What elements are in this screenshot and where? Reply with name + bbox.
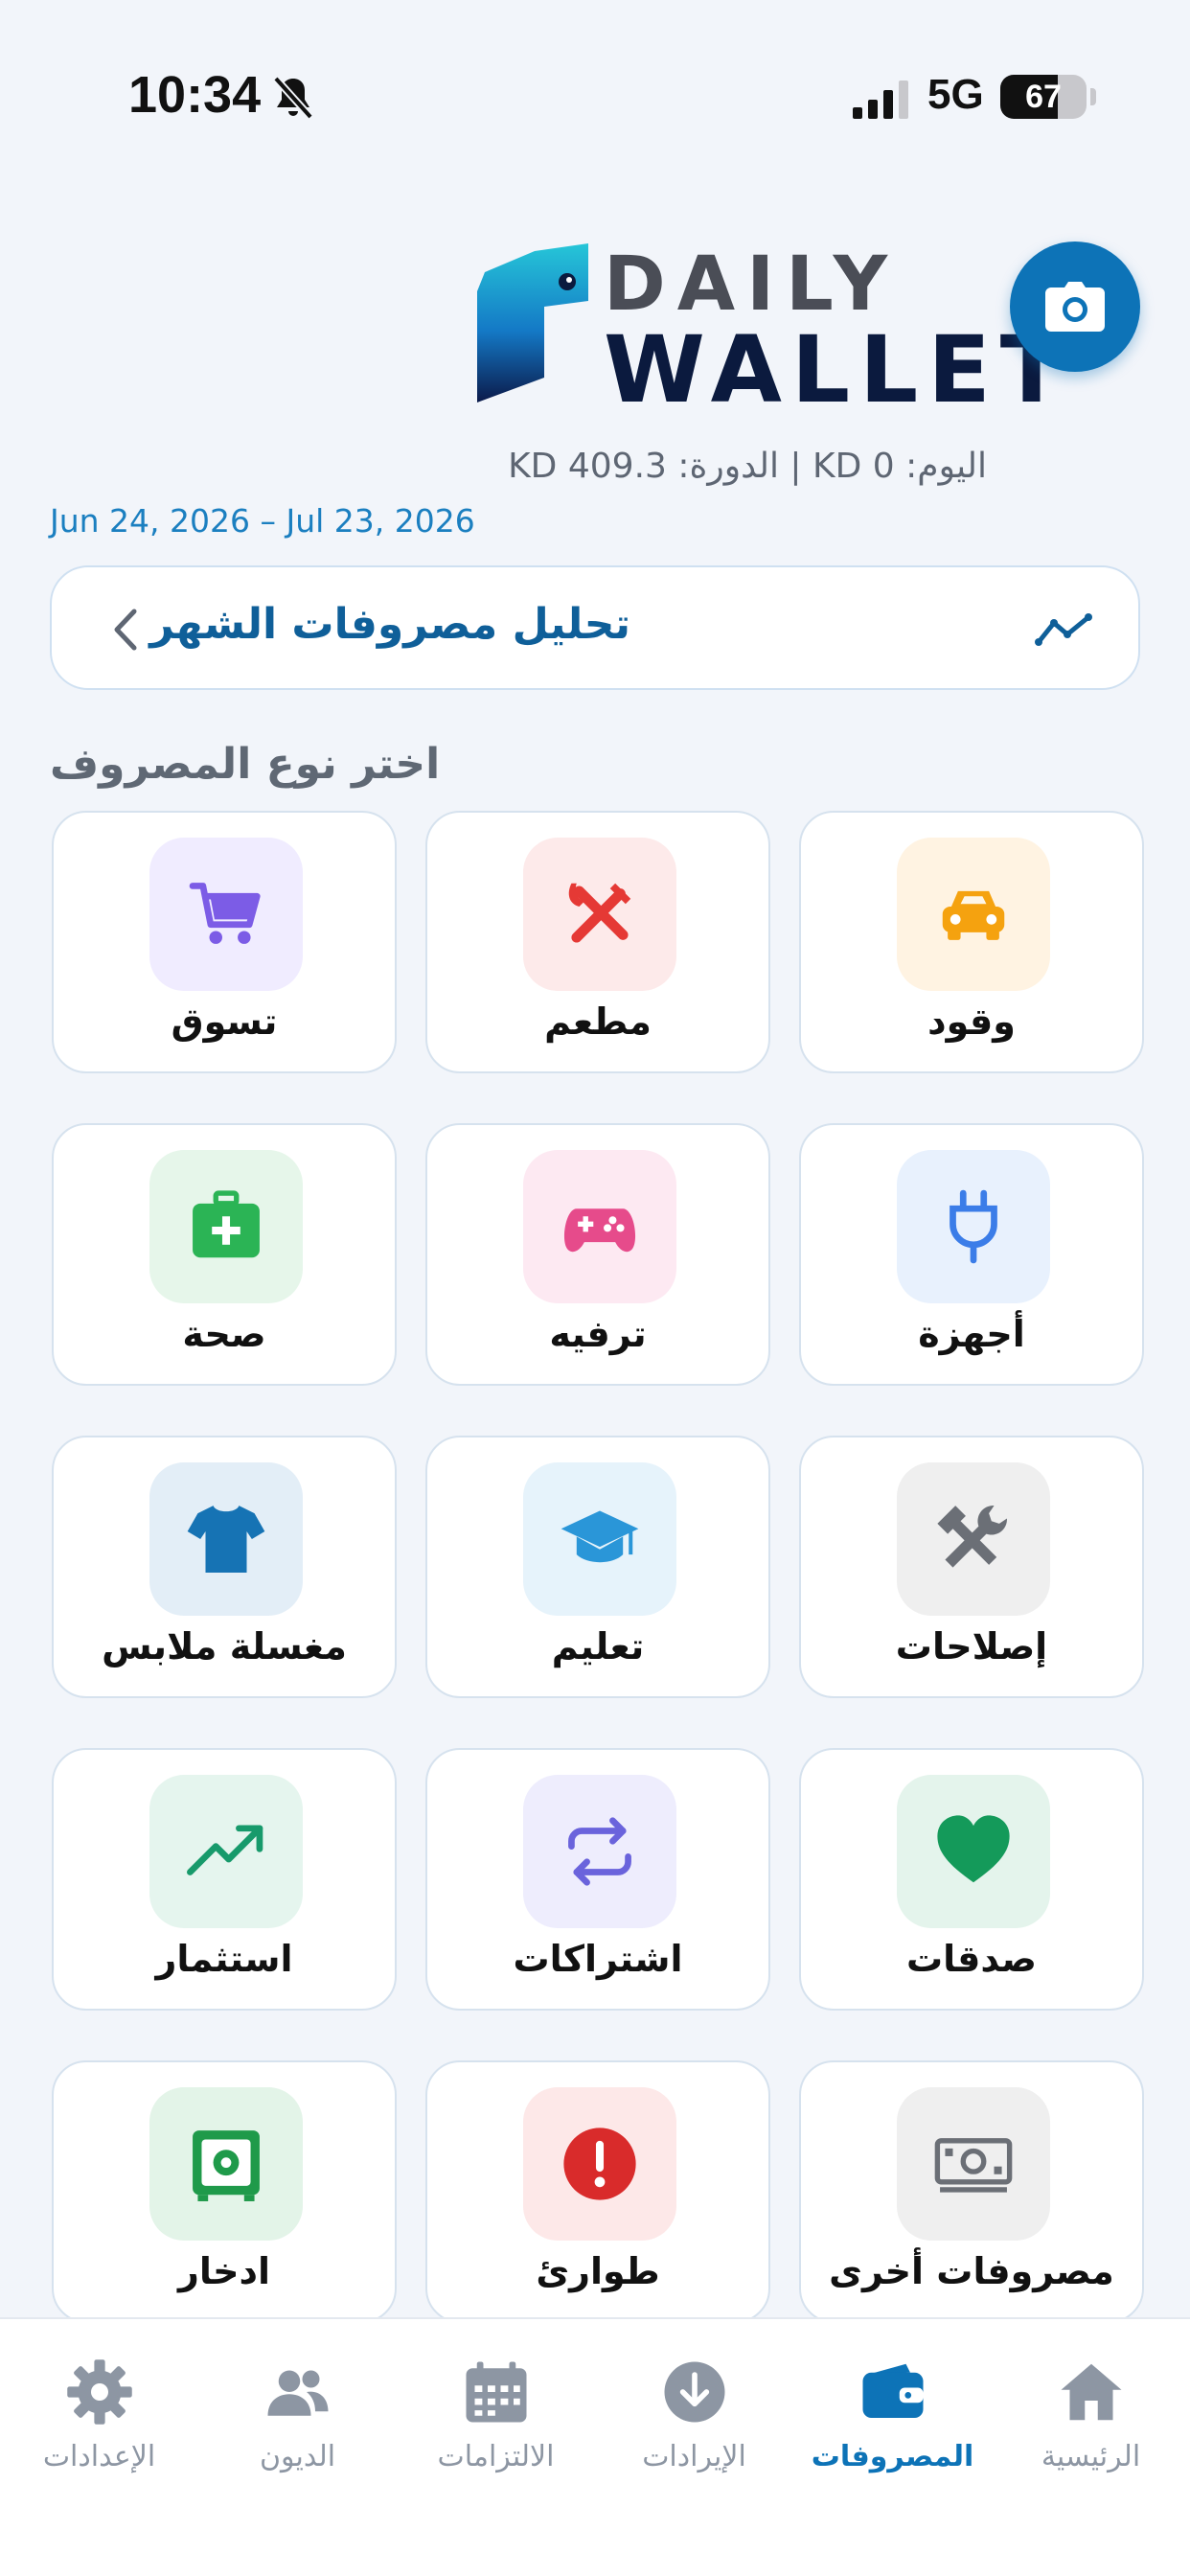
network-label: 5G	[927, 71, 984, 118]
category-tile[interactable]: تعليم	[425, 1436, 770, 1698]
category-label: تعليم	[551, 1625, 645, 1668]
category-tile[interactable]: مصروفات أخرى	[799, 2060, 1144, 2323]
car-icon	[897, 838, 1050, 991]
category-tile[interactable]: استثمار	[52, 1748, 397, 2011]
nav-label: الالتزامات	[437, 2440, 555, 2473]
logo-text-wallet: WALLET	[604, 316, 1073, 424]
category-tile[interactable]: صدقات	[799, 1748, 1144, 2011]
tshirt-icon	[149, 1462, 303, 1616]
category-label: أجهزة	[918, 1313, 1025, 1355]
category-label: تسوق	[171, 1000, 278, 1043]
gear-icon	[65, 2358, 134, 2426]
category-label: صدقات	[905, 1938, 1037, 1980]
nav-label: الديون	[259, 2440, 336, 2473]
category-label: ترفيه	[549, 1313, 647, 1355]
fork-knife-icon	[523, 838, 676, 991]
alert-icon	[523, 2087, 676, 2241]
calendar-icon	[462, 2358, 531, 2426]
bottom-nav: الرئيسية المصروفات الإيرادات الالتزامات الدي…	[0, 2317, 1190, 2576]
category-tile[interactable]: تسوق	[52, 811, 397, 1073]
category-tile[interactable]: مطعم	[425, 811, 770, 1073]
status-bar: 10:34 5G 67	[0, 0, 1190, 192]
category-tile[interactable]: صحة	[52, 1123, 397, 1386]
battery-level: 67	[1025, 78, 1062, 115]
safe-icon	[149, 2087, 303, 2241]
category-tile[interactable]: مغسلة ملابس	[52, 1436, 397, 1698]
gamepad-icon	[523, 1150, 676, 1303]
home-icon	[1057, 2358, 1126, 2426]
plug-icon	[897, 1150, 1050, 1303]
camera-button[interactable]	[1010, 242, 1140, 372]
category-tile[interactable]: طوارئ	[425, 2060, 770, 2323]
trend-line-icon	[1035, 613, 1092, 646]
camera-icon	[1045, 282, 1105, 332]
signal-icon	[853, 80, 908, 119]
battery-cap	[1090, 88, 1096, 105]
logo-mark-icon	[477, 243, 588, 402]
category-label: استثمار	[155, 1938, 293, 1980]
category-tile[interactable]: اشتراكات	[425, 1748, 770, 2011]
users-icon	[263, 2358, 332, 2426]
category-tile[interactable]: إصلاحات	[799, 1436, 1144, 1698]
nav-item-gear[interactable]: الإعدادات	[0, 2338, 198, 2492]
category-tile[interactable]: وقود	[799, 811, 1144, 1073]
nav-label: الإيرادات	[642, 2440, 746, 2473]
category-label: طوارئ	[536, 2250, 660, 2292]
category-tile[interactable]: ادخار	[52, 2060, 397, 2323]
analysis-label: تحليل مصروفات الشهر	[149, 600, 630, 649]
nav-item-wallet[interactable]: المصروفات	[793, 2338, 992, 2492]
chevron-left-icon	[114, 609, 137, 651]
cart-icon	[149, 838, 303, 991]
nav-item-calendar[interactable]: الالتزامات	[397, 2338, 595, 2492]
nav-label: الرئيسية	[1041, 2440, 1141, 2473]
download-icon	[660, 2358, 729, 2426]
nav-item-users[interactable]: الديون	[198, 2338, 397, 2492]
bell-muted-icon	[273, 76, 313, 120]
monthly-analysis-button[interactable]: تحليل مصروفات الشهر	[50, 565, 1140, 690]
category-label: صحة	[182, 1313, 266, 1355]
category-label: مطعم	[544, 1000, 652, 1043]
nav-label: الإعدادات	[42, 2440, 156, 2473]
category-tile[interactable]: أجهزة	[799, 1123, 1144, 1386]
date-range: Jun 24, 2026 – Jul 23, 2026	[50, 502, 475, 540]
section-title: اختر نوع المصروف	[50, 740, 441, 789]
category-label: إصلاحات	[895, 1625, 1048, 1668]
medkit-icon	[149, 1150, 303, 1303]
nav-label: المصروفات	[811, 2440, 974, 2473]
category-label: مصروفات أخرى	[829, 2250, 1114, 2292]
battery-icon: 67	[1000, 75, 1087, 119]
nav-item-download[interactable]: الإيرادات	[595, 2338, 793, 2492]
trend-up-icon	[149, 1775, 303, 1928]
wallet-icon	[858, 2358, 927, 2426]
graduation-cap-icon	[523, 1462, 676, 1616]
tools-icon	[897, 1462, 1050, 1616]
heart-icon	[897, 1775, 1050, 1928]
summary-totals: اليوم: 0 KD | الدورة: 409.3 KD	[508, 447, 987, 486]
money-icon	[897, 2087, 1050, 2241]
status-time: 10:34	[128, 66, 262, 124]
app-logo: DAILY WALLET	[468, 234, 1063, 424]
category-tile[interactable]: ترفيه	[425, 1123, 770, 1386]
category-label: ادخار	[177, 2250, 271, 2292]
category-label: وقود	[927, 1000, 1016, 1043]
app-screen: 10:34 5G 67 DAILY WALLET اليوم: 0 KD | ا…	[0, 0, 1190, 2576]
category-label: اشتراكات	[513, 1938, 683, 1980]
category-label: مغسلة ملابس	[102, 1625, 347, 1668]
nav-item-home[interactable]: الرئيسية	[992, 2338, 1190, 2492]
logo-text-daily: DAILY	[604, 242, 900, 328]
repeat-icon	[523, 1775, 676, 1928]
